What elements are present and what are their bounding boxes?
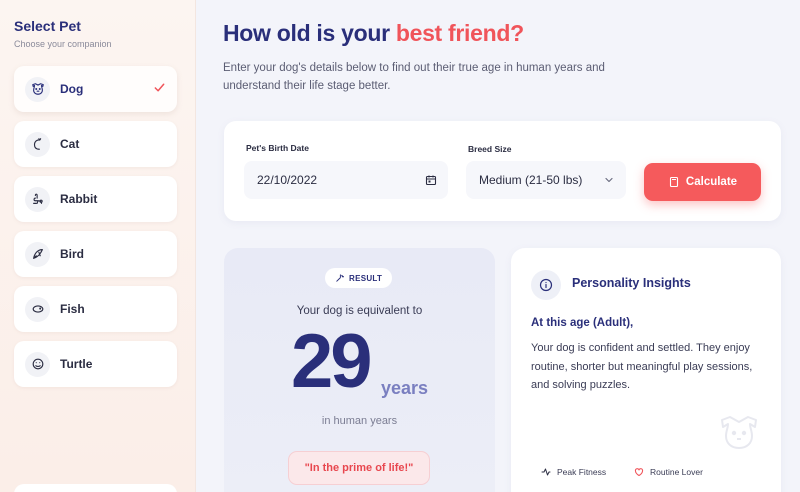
calendar-icon[interactable] [425, 174, 437, 186]
sidebar-bottom-card [14, 484, 177, 492]
activity-icon [541, 468, 551, 476]
breed-size-value: Medium (21-50 lbs) [479, 173, 583, 187]
pet-option-label: Bird [60, 247, 84, 261]
cat-icon [25, 131, 50, 157]
birth-date-input[interactable]: 22/10/2022 [244, 161, 448, 199]
birth-date-label: Pet's Birth Date [246, 143, 309, 153]
pet-option-dog[interactable]: Dog [14, 66, 177, 112]
bird-icon [25, 241, 50, 267]
pet-sidebar: Select Pet Choose your companion Dog Cat… [0, 0, 196, 492]
insights-stage: At this age (Adult), [531, 317, 634, 329]
checkmark-icon [154, 83, 165, 92]
trait-label: Peak Fitness [557, 467, 607, 477]
human-age-number: 29 [291, 319, 373, 404]
personality-insights-card: Personality Insights At this age (Adult)… [511, 248, 781, 492]
pet-option-turtle[interactable]: Turtle [14, 341, 177, 387]
birth-date-value: 22/10/2022 [257, 173, 318, 187]
title-prefix: How old is your [223, 20, 390, 46]
insights-body: Your dog is confident and settled. They … [531, 342, 753, 391]
result-badge-label: RESULT [349, 273, 383, 283]
title-accent: best friend? [395, 20, 524, 46]
chevron-down-icon [605, 177, 613, 183]
age-form-card: Pet's Birth Date 22/10/2022 Breed Size M… [224, 121, 781, 221]
pet-option-label: Dog [60, 82, 84, 96]
rabbit-icon [25, 186, 50, 212]
trait-routine-lover: Routine Lover [634, 467, 703, 477]
calculate-button[interactable]: Calculate [644, 163, 761, 201]
calculator-icon [669, 176, 678, 188]
turtle-icon [25, 351, 50, 377]
dog-icon [25, 76, 50, 102]
result-badge: RESULT [325, 268, 393, 288]
equivalent-text: Your dog is equivalent to [296, 305, 423, 317]
heart-icon [634, 468, 644, 477]
sidebar-subtitle: Choose your companion [14, 39, 112, 49]
result-card: RESULT Your dog is equivalent to 29 year… [224, 248, 495, 492]
calculate-label: Calculate [685, 176, 738, 188]
fish-icon [25, 296, 50, 322]
pet-option-cat[interactable]: Cat [14, 121, 177, 167]
trait-peak-fitness: Peak Fitness [541, 467, 606, 477]
pet-option-fish[interactable]: Fish [14, 286, 177, 332]
page-description: Enter your dog's details below to find o… [223, 62, 605, 92]
trait-label: Routine Lover [650, 467, 703, 477]
pet-option-label: Fish [60, 302, 85, 316]
pet-option-rabbit[interactable]: Rabbit [14, 176, 177, 222]
sparkle-icon [336, 273, 344, 282]
insights-title: Personality Insights [572, 276, 691, 290]
life-stage-quote: "In the prime of life!" [288, 451, 430, 485]
breed-size-label: Breed Size [468, 144, 512, 154]
breed-size-select[interactable]: Medium (21-50 lbs) [466, 161, 626, 199]
pet-option-label: Rabbit [60, 192, 98, 206]
pet-option-bird[interactable]: Bird [14, 231, 177, 277]
info-icon [531, 270, 561, 300]
human-years-caption: in human years [321, 415, 398, 427]
pet-option-label: Cat [60, 137, 80, 151]
dog-mascot-icon [721, 416, 757, 449]
pet-option-label: Turtle [60, 357, 93, 371]
age-unit: years [381, 378, 429, 398]
sidebar-title: Select Pet [14, 18, 81, 34]
page-title: How old is your best friend? [223, 20, 524, 47]
